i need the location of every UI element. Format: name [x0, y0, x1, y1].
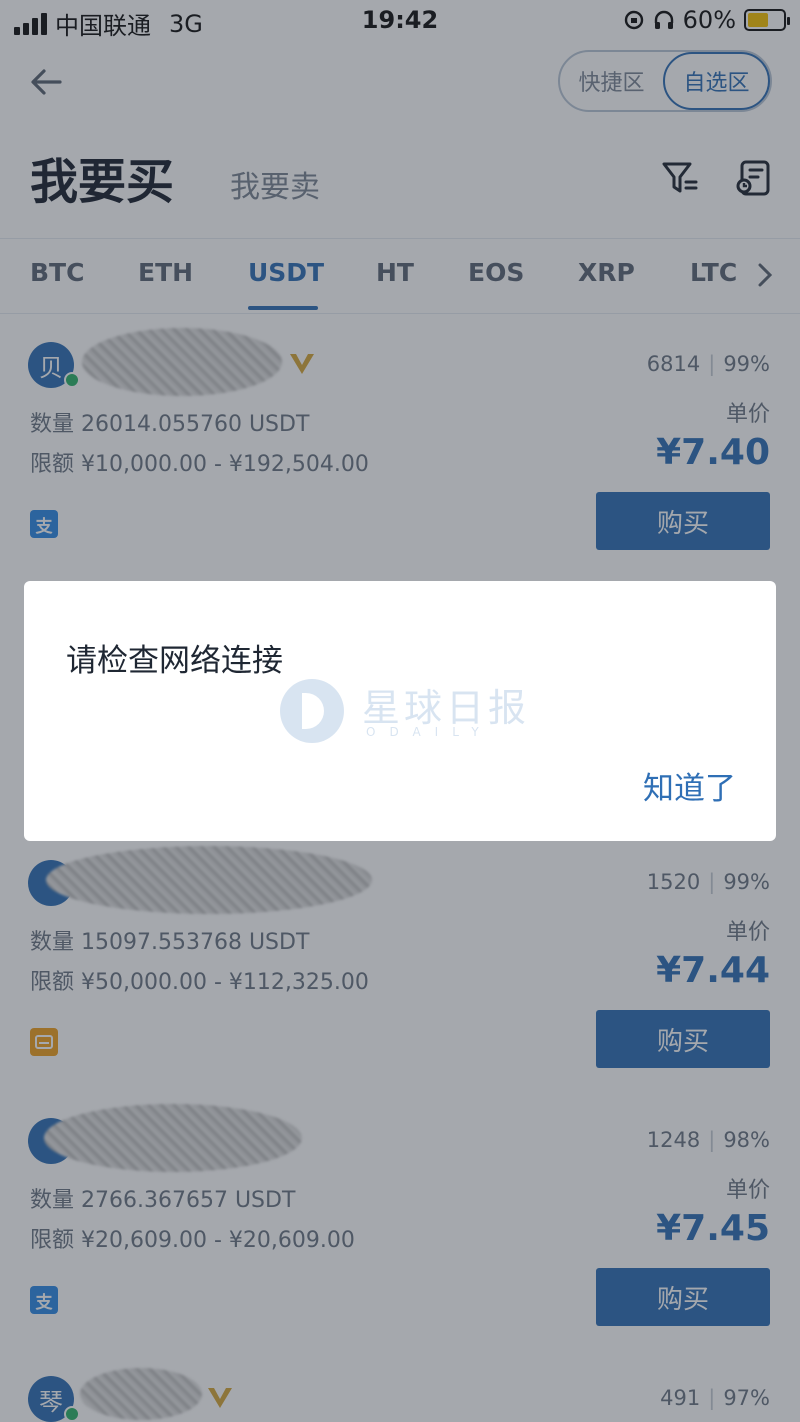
dialog-message: 请检查网络连接 [66, 643, 283, 679]
watermark-subtext: ODAILY [366, 725, 493, 739]
watermark-logo-icon [280, 679, 344, 743]
watermark-text: 星球日报 [362, 686, 531, 730]
network-error-dialog: 请检查网络连接 星球日报 ODAILY 知道了 [24, 581, 776, 841]
dialog-ok-button[interactable]: 知道了 [643, 763, 736, 808]
watermark: 星球日报 ODAILY [280, 677, 550, 747]
